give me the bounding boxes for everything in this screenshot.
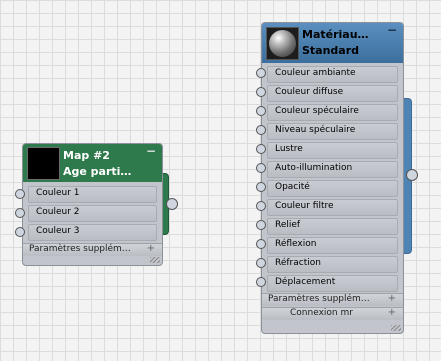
- material-node[interactable]: Matériau… Standard − Couleur ambiante Co…: [256, 22, 418, 334]
- output-socket[interactable]: [166, 198, 178, 210]
- input-socket[interactable]: [15, 189, 25, 199]
- map-collapse-button[interactable]: −: [146, 144, 156, 158]
- material-node-header[interactable]: Matériau… Standard −: [262, 23, 403, 63]
- material-node-body: Matériau… Standard − Couleur ambiante Co…: [261, 22, 404, 334]
- material-input-label: Couleur diffuse: [275, 87, 344, 97]
- material-input-row[interactable]: Réflexion: [267, 237, 398, 254]
- material-node-title: Matériau…: [302, 28, 369, 41]
- input-socket[interactable]: [256, 68, 266, 78]
- input-socket[interactable]: [256, 239, 266, 249]
- material-input-row[interactable]: Réfraction: [267, 256, 398, 273]
- resize-grip-icon[interactable]: [150, 257, 160, 263]
- input-socket[interactable]: [15, 227, 25, 237]
- expand-plus-icon: +: [387, 307, 396, 318]
- resize-grip-icon[interactable]: [391, 325, 401, 331]
- material-extra-params-rollout[interactable]: Paramètres supplém… +: [262, 293, 403, 306]
- input-socket[interactable]: [256, 182, 266, 192]
- material-input-label: Opacité: [275, 182, 310, 192]
- map-node-subtitle: Age parti…: [63, 165, 132, 178]
- material-input-row[interactable]: Déplacement: [267, 275, 398, 292]
- material-node-subtitle: Standard: [302, 44, 360, 57]
- map-input-label: Couleur 2: [36, 207, 80, 217]
- material-input-row[interactable]: Opacité: [267, 180, 398, 197]
- input-socket[interactable]: [256, 163, 266, 173]
- map-input-row[interactable]: Couleur 2: [28, 205, 157, 222]
- map-input-label: Couleur 3: [36, 226, 80, 236]
- input-socket[interactable]: [15, 208, 25, 218]
- material-input-row[interactable]: Auto-illumination: [267, 161, 398, 178]
- map-input-label: Couleur 1: [36, 188, 80, 198]
- input-socket[interactable]: [256, 87, 266, 97]
- material-input-label: Relief: [275, 220, 301, 230]
- map-extra-params-rollout[interactable]: Paramètres supplém… +: [23, 243, 162, 256]
- material-input-label: Couleur filtre: [275, 201, 334, 211]
- material-input-row[interactable]: Niveau spéculaire: [267, 123, 398, 140]
- output-socket[interactable]: [406, 169, 418, 181]
- material-input-row[interactable]: Relief: [267, 218, 398, 235]
- material-preview-thumbnail: [266, 27, 299, 60]
- material-input-label: Auto-illumination: [275, 163, 353, 173]
- map-preview-thumbnail: [27, 147, 60, 180]
- map-node-body: Map #2 Age parti… − Couleur 1 Couleur 2 …: [22, 143, 163, 266]
- material-extra-params-label: Paramètres supplém…: [268, 294, 370, 304]
- material-input-label: Réfraction: [275, 258, 321, 268]
- expand-plus-icon: +: [146, 243, 155, 254]
- material-input-label: Couleur spéculaire: [275, 106, 359, 116]
- input-socket[interactable]: [256, 144, 266, 154]
- material-mr-connection-rollout[interactable]: Connexion mr +: [262, 307, 403, 320]
- input-socket[interactable]: [256, 220, 266, 230]
- map-extra-params-label: Paramètres supplém…: [29, 244, 131, 254]
- map-node-header[interactable]: Map #2 Age parti… −: [23, 144, 162, 182]
- input-socket[interactable]: [256, 125, 266, 135]
- map-input-row[interactable]: Couleur 3: [28, 224, 157, 241]
- material-collapse-button[interactable]: −: [387, 23, 397, 37]
- material-input-row[interactable]: Couleur filtre: [267, 199, 398, 216]
- map-input-row[interactable]: Couleur 1: [28, 186, 157, 203]
- material-mr-connection-label: Connexion mr: [290, 308, 353, 318]
- material-input-label: Déplacement: [275, 277, 336, 287]
- input-socket[interactable]: [256, 258, 266, 268]
- material-input-label: Niveau spéculaire: [275, 125, 356, 135]
- expand-plus-icon: +: [387, 293, 396, 304]
- map-node[interactable]: Map #2 Age parti… − Couleur 1 Couleur 2 …: [15, 143, 178, 266]
- node-editor-canvas[interactable]: Map #2 Age parti… − Couleur 1 Couleur 2 …: [0, 0, 441, 361]
- material-input-label: Couleur ambiante: [275, 68, 356, 78]
- input-socket[interactable]: [256, 201, 266, 211]
- material-input-label: Réflexion: [275, 239, 317, 249]
- material-input-label: Lustre: [275, 144, 303, 154]
- input-socket[interactable]: [256, 106, 266, 116]
- map-node-title: Map #2: [63, 149, 110, 162]
- material-input-row[interactable]: Lustre: [267, 142, 398, 159]
- material-input-row[interactable]: Couleur diffuse: [267, 85, 398, 102]
- material-input-row[interactable]: Couleur spéculaire: [267, 104, 398, 121]
- material-input-row[interactable]: Couleur ambiante: [267, 66, 398, 83]
- material-sphere-icon: [269, 30, 296, 57]
- input-socket[interactable]: [256, 277, 266, 287]
